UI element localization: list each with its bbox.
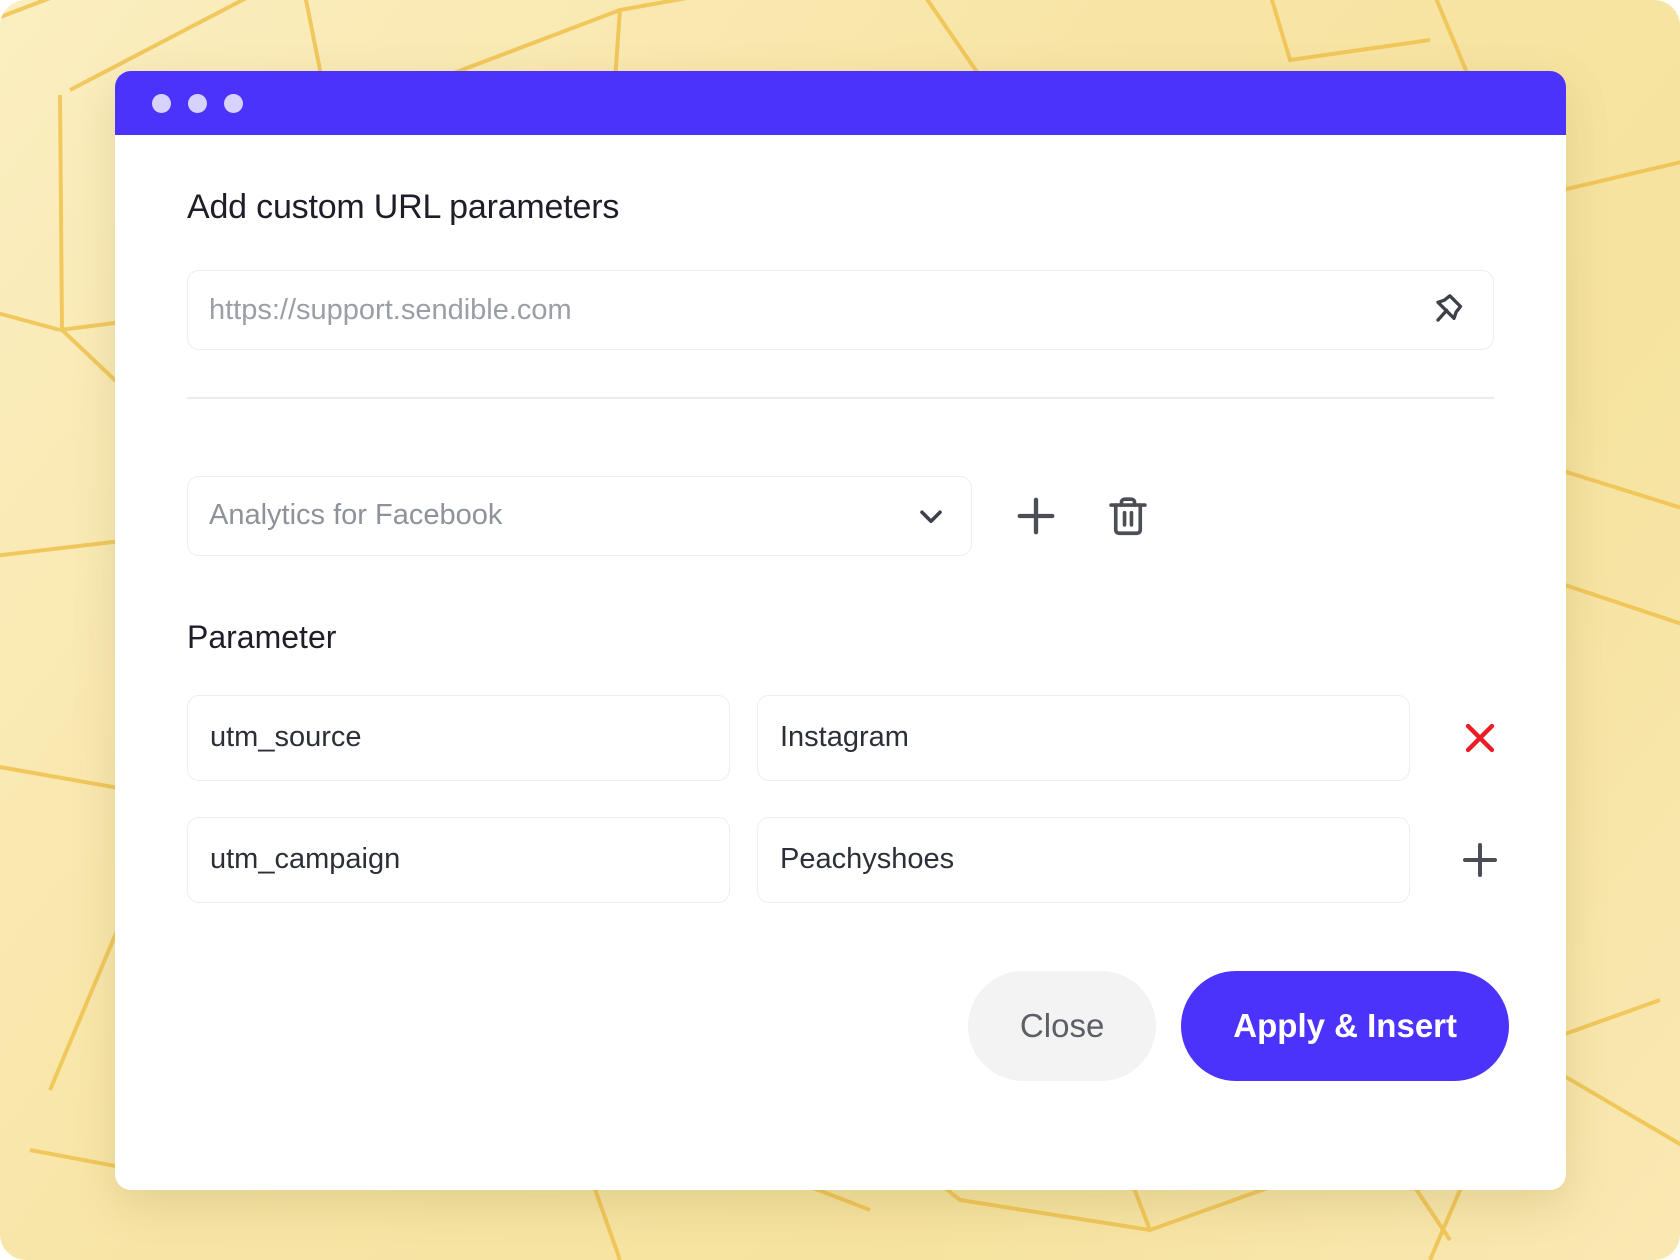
browser-window: Add custom URL parameters Analytics for … [115,71,1566,1190]
traffic-light-dot-1[interactable] [152,93,171,113]
delete-profile-button[interactable] [1102,490,1154,542]
add-profile-button[interactable] [1010,490,1062,542]
parameter-value-input[interactable] [757,694,1410,781]
parameter-value-input[interactable] [757,816,1410,903]
parameter-row [187,694,1566,781]
plus-icon [1463,842,1497,877]
trash-icon [1109,496,1147,535]
pin-off-icon[interactable] [1429,290,1469,330]
analytics-profile-select[interactable]: Analytics for Facebook [187,475,972,556]
close-x-icon [1465,723,1495,752]
url-section: Add custom URL parameters [115,188,1566,399]
traffic-light-dot-3[interactable] [224,93,243,113]
profile-selector-row: Analytics for Facebook [187,475,1566,556]
url-input-field[interactable] [187,270,1494,350]
add-parameter-button[interactable] [1456,836,1504,884]
window-titlebar [115,71,1566,135]
parameter-key-input[interactable] [187,694,730,781]
chevron-down-icon[interactable] [913,498,949,534]
remove-parameter-button[interactable] [1456,714,1504,762]
plus-icon [1017,497,1055,534]
parameters-heading: Parameter [187,618,337,655]
section-divider [187,397,1494,399]
url-input[interactable] [209,271,1429,349]
parameter-key-input[interactable] [187,816,730,903]
close-button[interactable]: Close [967,970,1157,1081]
dialog-title: Add custom URL parameters [187,188,620,226]
analytics-profile-select-value: Analytics for Facebook [209,499,503,531]
apply-insert-button[interactable]: Apply & Insert [1181,970,1509,1081]
parameter-row [187,816,1566,903]
traffic-light-dot-2[interactable] [188,93,207,113]
dialog-footer: Close Apply & Insert [115,970,1509,1081]
